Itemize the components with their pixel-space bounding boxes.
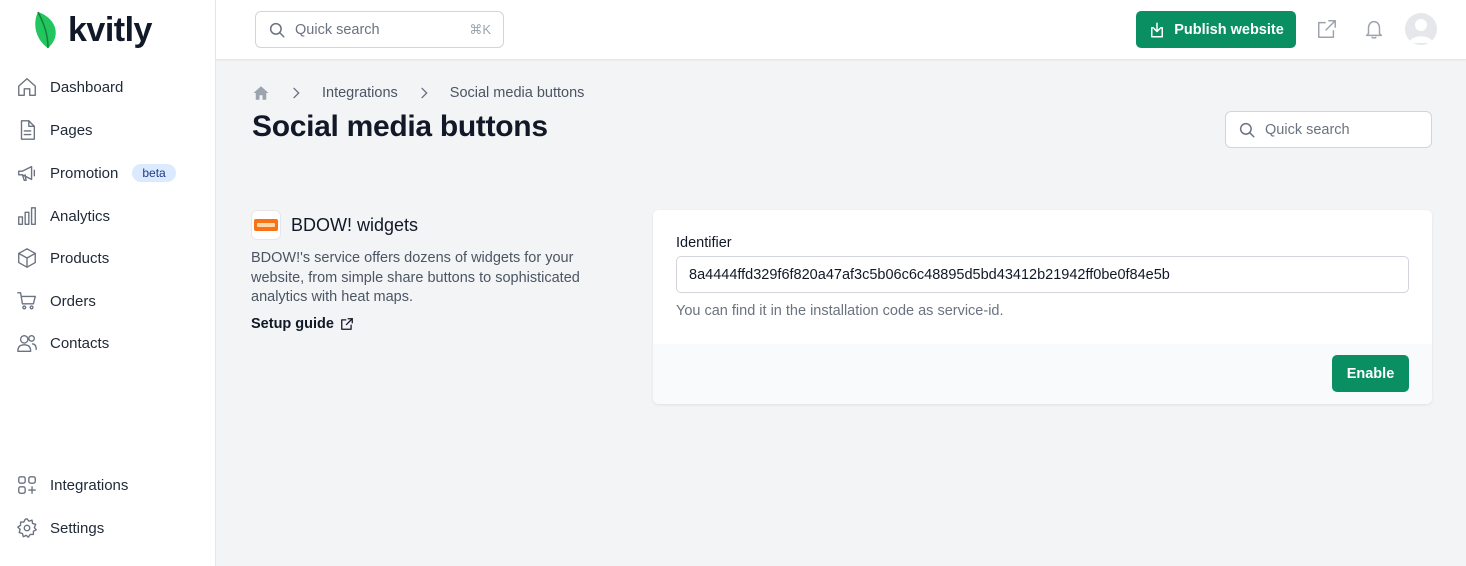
bar-chart-icon — [18, 207, 36, 225]
publish-website-button[interactable]: Publish website — [1136, 11, 1296, 48]
sidebar-item-label: Analytics — [50, 207, 111, 225]
sidebar-item-integrations[interactable]: Integrations — [16, 469, 128, 501]
external-link-icon — [1318, 20, 1336, 38]
avatar[interactable] — [1405, 13, 1437, 45]
topbar: Quick search ⌘K Publish website — [216, 0, 1466, 60]
sidebar: kvitly Dashboard Pages Promotion beta An… — [0, 0, 216, 566]
setup-guide-link[interactable]: Setup guide — [251, 316, 354, 332]
sidebar-item-label: Pages — [50, 121, 93, 139]
page-title: Social media buttons — [252, 110, 548, 143]
sidebar-item-contacts[interactable]: Contacts — [16, 327, 109, 359]
chevron-right-icon — [421, 87, 428, 99]
sidebar-item-settings[interactable]: Settings — [16, 512, 104, 544]
search-icon — [269, 22, 285, 37]
document-icon — [20, 120, 36, 140]
breadcrumb: Integrations Social media buttons — [252, 83, 584, 103]
bdow-logo — [251, 210, 281, 240]
home-icon — [18, 78, 36, 96]
integration-name: BDOW! widgets — [291, 214, 419, 235]
gear-icon — [17, 518, 37, 538]
search-placeholder: Quick search — [1265, 121, 1350, 138]
sidebar-item-products[interactable]: Products — [16, 242, 109, 274]
sidebar-item-label: Promotion — [50, 164, 119, 182]
setup-guide-label: Setup guide — [251, 315, 334, 332]
quick-search-input[interactable]: Quick search ⌘K — [255, 11, 504, 48]
logo-text: kvitly — [68, 11, 152, 49]
search-icon — [1239, 122, 1255, 137]
card-footer: Enable — [653, 344, 1432, 404]
cart-icon — [17, 292, 36, 310]
megaphone-icon — [18, 165, 36, 182]
user-avatar-icon — [1409, 19, 1433, 43]
publish-label: Publish website — [1174, 21, 1284, 38]
users-icon — [17, 334, 37, 352]
enable-button[interactable]: Enable — [1332, 355, 1409, 392]
puzzle-grid-icon — [18, 476, 36, 494]
notifications-button[interactable] — [1363, 18, 1385, 40]
sidebar-item-label: Orders — [50, 292, 96, 310]
external-link-icon — [341, 317, 353, 330]
integration-settings-card: Identifier 8a4444ffd329f6f820a47af3c5b06… — [653, 210, 1432, 404]
leaf-logo-icon — [35, 11, 56, 49]
beta-badge: beta — [132, 164, 176, 182]
sidebar-item-label: Products — [50, 249, 110, 267]
search-placeholder: Quick search — [295, 21, 380, 38]
chevron-right-icon — [293, 87, 300, 99]
sidebar-item-label: Integrations — [50, 476, 129, 494]
cube-icon — [18, 248, 36, 268]
sidebar-item-promotion[interactable]: Promotion beta — [16, 157, 176, 189]
home-breadcrumb-icon[interactable] — [252, 84, 270, 102]
logo[interactable]: kvitly — [34, 10, 152, 50]
bdow-logo-icon — [254, 219, 278, 231]
open-external-button[interactable] — [1316, 18, 1338, 40]
bell-icon — [1365, 20, 1383, 39]
page-search-input[interactable]: Quick search — [1225, 111, 1432, 148]
sidebar-item-orders[interactable]: Orders — [16, 285, 96, 317]
sidebar-item-label: Contacts — [50, 334, 110, 352]
sidebar-item-label: Settings — [50, 519, 105, 537]
search-shortcut: ⌘K — [469, 21, 491, 37]
publish-icon — [1151, 22, 1164, 37]
identifier-hint: You can find it in the installation code… — [676, 303, 1004, 319]
identifier-label: Identifier — [676, 235, 732, 251]
integration-header: BDOW! widgets — [251, 209, 611, 241]
breadcrumb-current: Social media buttons — [449, 85, 585, 101]
identifier-input[interactable]: 8a4444ffd329f6f820a47af3c5b06c6c48895d5b… — [676, 256, 1409, 293]
sidebar-item-label: Dashboard — [50, 78, 124, 96]
sidebar-item-pages[interactable]: Pages — [16, 114, 93, 146]
integration-description: BDOW!'s service offers dozens of widgets… — [251, 250, 580, 305]
sidebar-item-analytics[interactable]: Analytics — [16, 200, 110, 232]
sidebar-item-dashboard[interactable]: Dashboard — [16, 71, 123, 103]
breadcrumb-integrations-link[interactable]: Integrations — [322, 85, 398, 101]
integration-info: BDOW! widgets BDOW!'s service offers doz… — [251, 209, 611, 333]
